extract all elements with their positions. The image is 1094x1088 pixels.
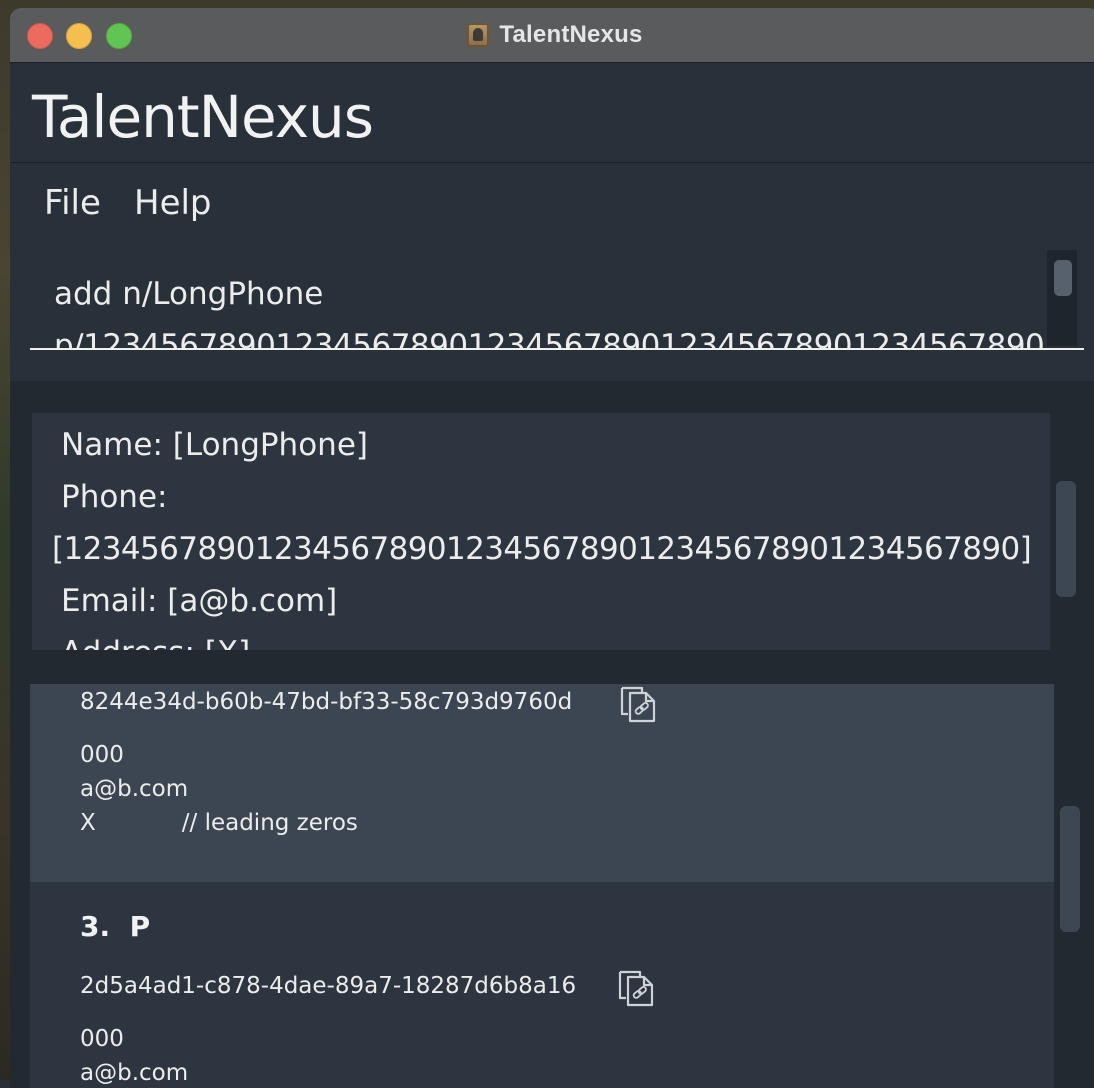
person-address-row: X // leading zeros <box>80 810 358 836</box>
person-list: 8244e34d-b60b-47bd-bf33-58c793d9760d 000… <box>10 684 1094 1088</box>
person-index: 3. <box>80 910 111 943</box>
command-area: add n/LongPhone p/1234567890123456789012… <box>10 237 1094 381</box>
person-id: 8244e34d-b60b-47bd-bf33-58c793d9760d <box>80 689 573 715</box>
result-email-line: Email: [a@b.com] <box>61 583 338 619</box>
title-group: TalentNexus <box>10 8 1094 62</box>
command-input-underline <box>30 348 1084 350</box>
person-phone: 000 <box>80 742 124 768</box>
copy-link-icon[interactable] <box>616 968 656 1008</box>
result-name-line: Name: [LongPhone] <box>61 427 368 463</box>
title-bar[interactable]: TalentNexus <box>10 8 1094 63</box>
person-email: a@b.com <box>80 1060 189 1086</box>
divider <box>10 651 1094 684</box>
person-address: X <box>80 810 96 836</box>
result-scrollbar-thumb[interactable] <box>1056 481 1076 597</box>
person-id: 2d5a4ad1-c878-4dae-89a7-18287d6b8a16 <box>80 973 577 999</box>
command-input[interactable]: add n/LongPhone p/1234567890123456789012… <box>30 250 1082 348</box>
app-header: TalentNexus <box>10 63 1094 163</box>
command-text-line: p/12345678901234567890123456789012345678… <box>54 328 1045 348</box>
person-name: P <box>129 910 151 943</box>
person-phone: 000 <box>80 1026 124 1052</box>
app-heading: TalentNexus <box>32 83 374 151</box>
person-remark: // leading zeros <box>181 810 358 836</box>
person-email: a@b.com <box>80 776 189 802</box>
person-card[interactable]: 3. P 2d5a4ad1-c878-4dae-89a7-18287d6b8a1… <box>30 882 1054 1088</box>
result-phone-value: [123456789012345678901234567890123456789… <box>52 531 1032 567</box>
list-scrollbar-thumb[interactable] <box>1060 806 1080 932</box>
menu-help[interactable]: Help <box>134 183 212 223</box>
result-address-line: Address: [X] <box>61 635 250 650</box>
person-card[interactable]: 8244e34d-b60b-47bd-bf33-58c793d9760d 000… <box>30 684 1054 882</box>
app-window: TalentNexus TalentNexus File Help add n/… <box>10 8 1094 1088</box>
command-scrollbar-thumb[interactable] <box>1054 260 1072 296</box>
menu-file[interactable]: File <box>44 183 101 223</box>
copy-link-icon[interactable] <box>618 684 658 724</box>
command-text-line: add n/LongPhone <box>54 276 324 312</box>
contacts-app-icon <box>467 23 490 47</box>
result-phone-label: Phone: <box>61 479 168 515</box>
window-title: TalentNexus <box>499 21 643 48</box>
person-header: 3. P <box>80 910 150 943</box>
divider <box>10 381 1094 411</box>
menu-bar: File Help <box>10 163 1094 237</box>
result-area: Name: [LongPhone] Phone: [12345678901234… <box>10 411 1094 651</box>
result-display: Name: [LongPhone] Phone: [12345678901234… <box>32 413 1050 650</box>
